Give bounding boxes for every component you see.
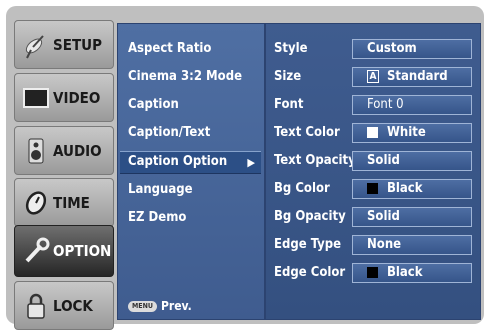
monitor-icon xyxy=(21,83,51,113)
option-language[interactable]: Language xyxy=(128,180,193,200)
bg-opacity-label: Bg Opacity xyxy=(274,209,346,224)
text-opacity-label: Text Opacity xyxy=(274,153,356,168)
menu-time-label: TIME xyxy=(53,193,90,212)
menu-setup-label: SETUP xyxy=(53,35,102,54)
menu-time[interactable]: TIME xyxy=(14,178,114,227)
wrench-icon xyxy=(21,236,51,266)
style-value[interactable]: Custom xyxy=(352,39,472,59)
padlock-icon xyxy=(21,291,51,321)
satellite-dish-icon xyxy=(21,30,51,60)
chevron-right-icon: ▶ xyxy=(247,156,255,169)
menu-video[interactable]: VIDEO xyxy=(14,73,114,122)
menu-setup[interactable]: SETUP xyxy=(14,20,114,69)
font-label: Font xyxy=(274,97,304,112)
option-ez-demo[interactable]: EZ Demo xyxy=(128,208,186,228)
menu-lock-label: LOCK xyxy=(53,296,93,315)
edge-type-value[interactable]: None xyxy=(352,235,472,255)
option-cinema-mode[interactable]: Cinema 3:2 Mode xyxy=(128,67,242,87)
option-caption-text[interactable]: Caption/Text xyxy=(128,123,210,143)
size-key-icon: A xyxy=(367,70,379,83)
speaker-icon xyxy=(21,136,51,166)
font-value[interactable]: Font 0 xyxy=(352,95,472,115)
menu-audio[interactable]: AUDIO xyxy=(14,126,114,175)
menu-option-label: OPTION xyxy=(53,242,112,260)
white-swatch xyxy=(367,127,378,138)
size-label: Size xyxy=(274,69,302,84)
bg-color-value[interactable]: Black xyxy=(352,179,472,199)
option-caption-option[interactable]: Caption Option xyxy=(128,152,227,172)
menu-audio-label: AUDIO xyxy=(53,141,102,160)
option-submenu: Aspect Ratio Cinema 3:2 Mode Caption Cap… xyxy=(117,23,265,320)
clock-icon xyxy=(21,188,51,218)
prev-hint[interactable]: MENU Prev. xyxy=(128,299,192,313)
edge-color-label: Edge Color xyxy=(274,265,346,280)
option-caption[interactable]: Caption xyxy=(128,95,179,115)
menu-option[interactable]: OPTION xyxy=(14,225,114,277)
prev-label: Prev. xyxy=(160,299,192,313)
bg-color-label: Bg Color xyxy=(274,181,330,196)
edge-type-label: Edge Type xyxy=(274,237,342,252)
text-color-value[interactable]: White xyxy=(352,123,472,143)
edge-color-value[interactable]: Black xyxy=(352,263,472,283)
menu-video-label: VIDEO xyxy=(53,88,101,107)
size-value[interactable]: A Standard xyxy=(352,67,472,87)
main-menu: SETUP VIDEO AUDIO TIME OPTION LOCK xyxy=(14,20,114,330)
text-opacity-value[interactable]: Solid xyxy=(352,151,472,171)
text-color-label: Text Color xyxy=(274,125,340,140)
menu-key-icon: MENU xyxy=(128,300,157,312)
bg-opacity-value[interactable]: Solid xyxy=(352,207,472,227)
caption-option-panel: Style Custom Size A Standard Font Font 0… xyxy=(265,23,481,320)
black-swatch xyxy=(367,267,378,278)
option-aspect-ratio[interactable]: Aspect Ratio xyxy=(128,39,211,59)
menu-lock[interactable]: LOCK xyxy=(14,281,114,330)
style-label: Style xyxy=(274,41,308,56)
black-swatch xyxy=(367,183,378,194)
